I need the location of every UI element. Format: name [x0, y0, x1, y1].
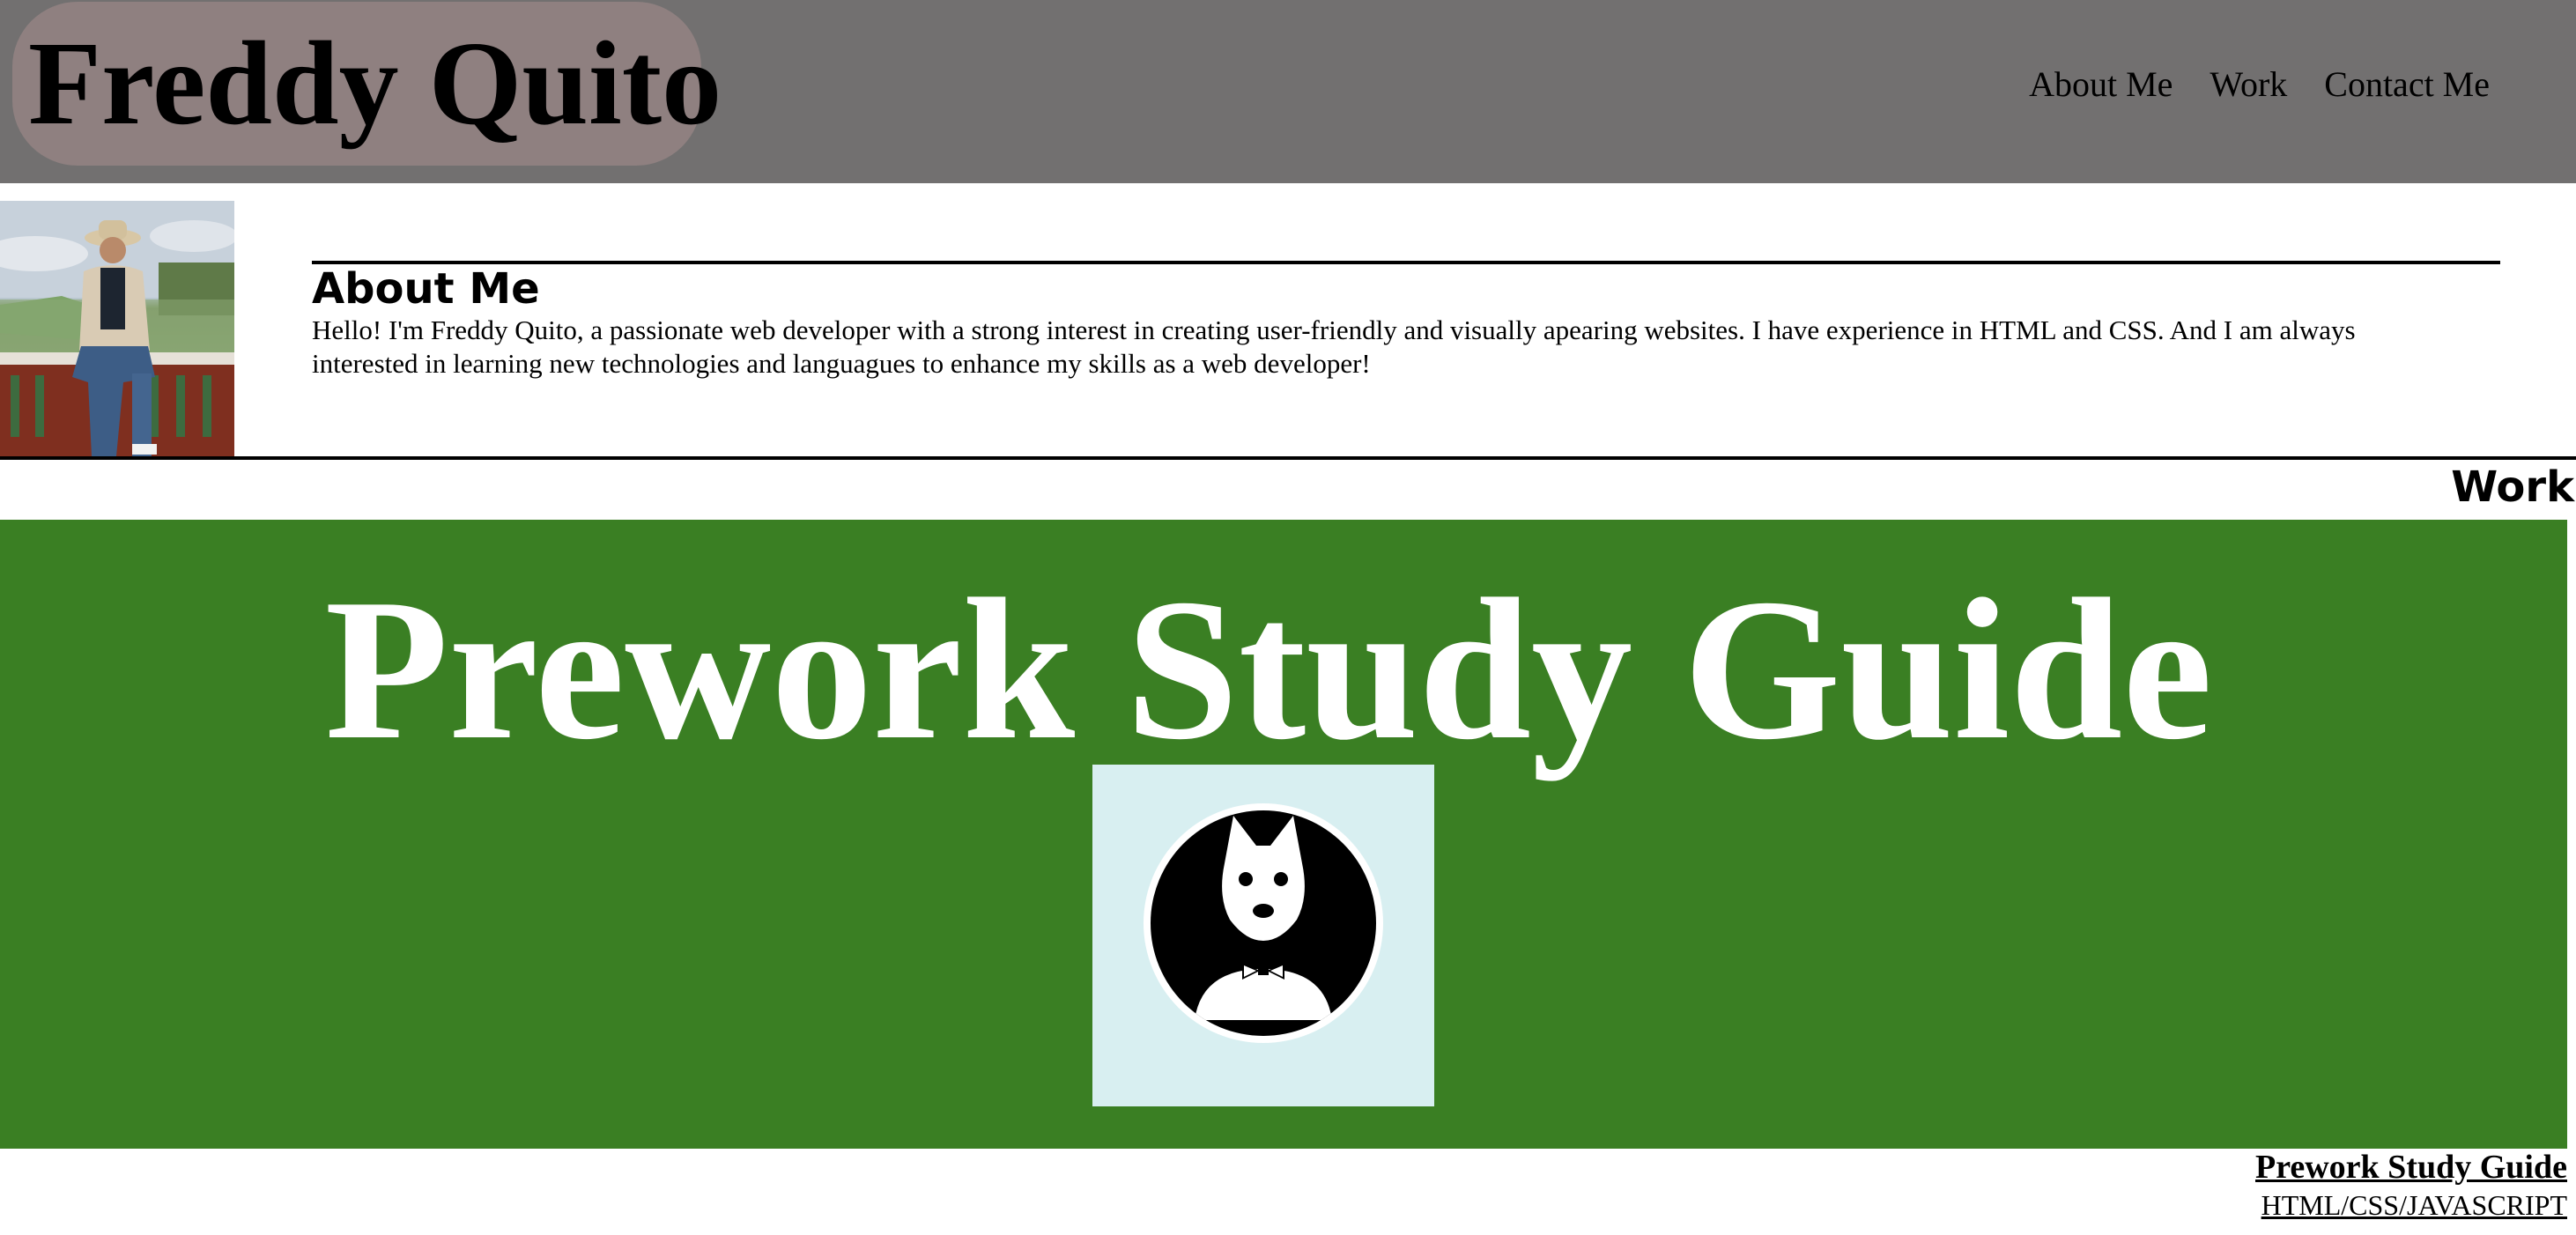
- banner-title: Prework Study Guide: [324, 557, 2213, 781]
- about-heading: About Me: [312, 264, 540, 314]
- main-nav: About Me Work Contact Me: [2029, 58, 2490, 111]
- cat-logo-svg: [1144, 803, 1383, 1043]
- project-title-link[interactable]: Prework Study Guide: [2255, 1147, 2567, 1187]
- cat-with-bowtie-icon: [1092, 765, 1434, 1106]
- nav-link-about-me[interactable]: About Me: [2029, 58, 2173, 111]
- about-divider: [312, 261, 2500, 264]
- profile-photo-illustration: [0, 201, 234, 456]
- project-tech-link[interactable]: HTML/CSS/JAVASCRIPT: [2261, 1187, 2567, 1223]
- site-title: Freddy Quito: [28, 18, 722, 150]
- section-divider: [0, 456, 2576, 460]
- nav-link-contact-me[interactable]: Contact Me: [2324, 58, 2490, 111]
- work-heading: Work: [2451, 462, 2574, 512]
- nav-link-work[interactable]: Work: [2210, 58, 2287, 111]
- about-paragraph: Hello! I'm Freddy Quito, a passionate we…: [312, 314, 2356, 379]
- profile-photo: [0, 201, 234, 456]
- project-banner-prework-study-guide[interactable]: Prework Study Guide: [0, 520, 2567, 1149]
- site-header: Freddy Quito About Me Work Contact Me: [0, 0, 2576, 183]
